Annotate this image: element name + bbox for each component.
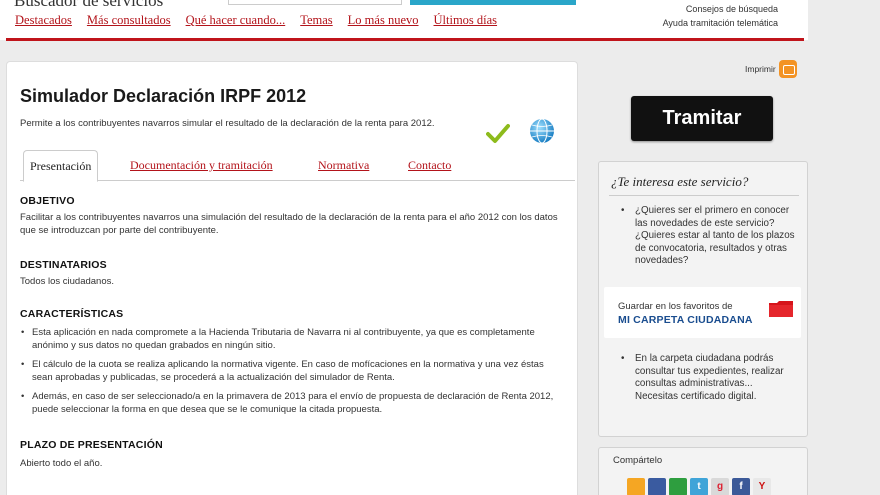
page-description: Permite a los contribuyentes navarros si…: [20, 118, 435, 129]
tab-contacto[interactable]: Contacto: [408, 150, 451, 181]
nav-ultimos-dias[interactable]: Últimos días: [434, 13, 498, 28]
mi-carpeta-link[interactable]: MI CARPETA CIUDADANA: [618, 314, 753, 326]
carpeta-info-list: En la carpeta ciudadana podrás consultar…: [619, 353, 797, 403]
list-item: Además, en caso de ser seleccionado/a en…: [20, 390, 560, 416]
plazo-heading: PLAZO DE PRESENTACIÓN: [20, 439, 163, 451]
facebook-icon[interactable]: f: [732, 478, 750, 495]
search-tips-link[interactable]: Consejos de búsqueda: [650, 2, 778, 16]
share-icons: t g f Y: [627, 478, 771, 495]
search-button[interactable]: [410, 0, 576, 5]
header-divider: [6, 38, 804, 41]
interest-divider: [609, 195, 799, 196]
main-nav: Destacados Más consultados Qué hacer cua…: [15, 13, 497, 28]
tab-bar: Presentación Documentación y tramitación…: [20, 150, 575, 182]
service-panel: Simulador Declaración IRPF 2012 Permite …: [6, 61, 578, 495]
globe-icon: [530, 118, 554, 144]
top-bar: Buscador de servicios Destacados Más con…: [0, 0, 808, 41]
nav-temas[interactable]: Temas: [300, 13, 332, 28]
destinatarios-text: Todos los ciudadanos.: [20, 276, 115, 287]
print-link[interactable]: Imprimir: [745, 64, 776, 74]
rss-icon[interactable]: [627, 478, 645, 495]
plazo-text: Abierto todo el año.: [20, 458, 103, 469]
list-item: En la carpeta ciudadana podrás consultar…: [619, 353, 797, 403]
tab-normativa[interactable]: Normativa: [318, 150, 369, 181]
tramitar-button[interactable]: Tramitar: [631, 96, 773, 141]
list-item: Esta aplicación en nada compromete a la …: [20, 326, 560, 352]
tab-documentacion[interactable]: Documentación y tramitación: [130, 150, 273, 181]
objetivo-text: Facilitar a los contribuyentes navarros …: [20, 212, 558, 236]
meneame-icon[interactable]: [669, 478, 687, 495]
interest-box: ¿Te interesa este servicio? ¿Quieres ser…: [598, 161, 808, 437]
nav-destacados[interactable]: Destacados: [15, 13, 72, 28]
delicious-icon[interactable]: [648, 478, 666, 495]
share-box: Compártelo t g f Y: [598, 447, 808, 495]
favorites-box[interactable]: Guardar en los favoritos de MI CARPETA C…: [604, 287, 801, 338]
destinatarios-heading: DESTINATARIOS: [20, 259, 107, 271]
print-icon[interactable]: [779, 60, 797, 78]
interest-list: ¿Quieres ser el primero en conocer las n…: [619, 205, 797, 268]
nav-que-hacer-cuando[interactable]: Qué hacer cuando...: [186, 13, 286, 28]
interest-title: ¿Te interesa este servicio?: [611, 174, 749, 189]
google-icon[interactable]: g: [711, 478, 729, 495]
caracteristicas-heading: CARACTERÍSTICAS: [20, 308, 124, 320]
tab-presentacion[interactable]: Presentación: [23, 150, 99, 182]
check-icon: [486, 124, 510, 143]
search-input[interactable]: [228, 0, 402, 5]
caracteristicas-list: Esta aplicación en nada compromete a la …: [20, 326, 560, 422]
objetivo-heading: OBJETIVO: [20, 195, 75, 207]
list-item: ¿Quieres ser el primero en conocer las n…: [619, 205, 797, 268]
favorites-label: Guardar en los favoritos de: [618, 301, 733, 312]
nav-lo-mas-nuevo[interactable]: Lo más nuevo: [348, 13, 419, 28]
yahoo-icon[interactable]: Y: [753, 478, 771, 495]
telematic-help-link[interactable]: Ayuda tramitación telemática: [650, 16, 778, 30]
twitter-icon[interactable]: t: [690, 478, 708, 495]
folder-icon[interactable]: [769, 301, 793, 317]
share-label: Compártelo: [613, 455, 663, 466]
page-title: Simulador Declaración IRPF 2012: [20, 86, 307, 106]
site-search-title: Buscador de servicios: [14, 0, 164, 10]
nav-mas-consultados[interactable]: Más consultados: [87, 13, 171, 28]
help-links: Consejos de búsqueda Ayuda tramitación t…: [650, 2, 778, 30]
list-item: El cálculo de la cuota se realiza aplica…: [20, 358, 560, 384]
